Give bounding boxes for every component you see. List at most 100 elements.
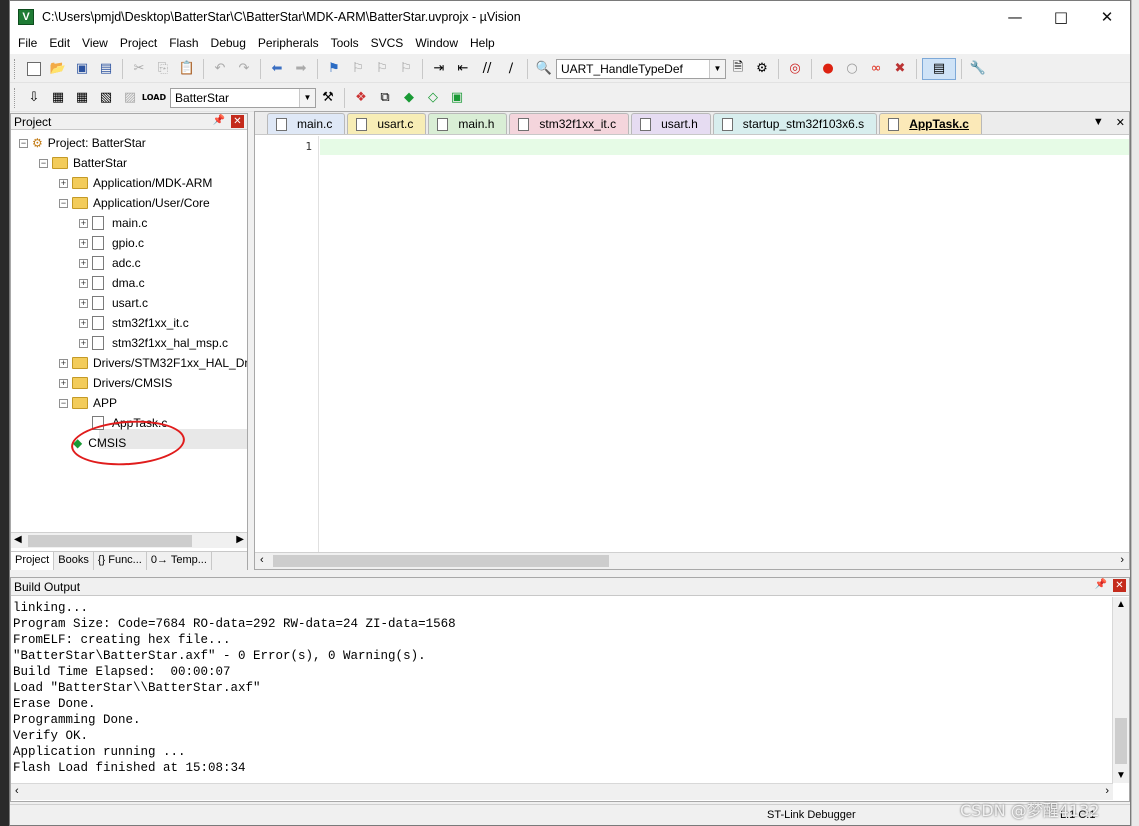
next-bookmark-icon[interactable]: ⚐ xyxy=(371,58,393,80)
new-file-icon[interactable] xyxy=(23,58,45,80)
window-layout-icon[interactable]: ▤ xyxy=(922,57,956,80)
bookmark-icon[interactable]: ⚑ xyxy=(323,58,345,80)
editor-horizontal-scrollbar[interactable]: ‹ › xyxy=(255,552,1129,569)
configure-wrench-icon[interactable]: 🔧 xyxy=(967,58,989,80)
incremental-find-icon[interactable]: ⚙ xyxy=(751,58,773,80)
disable-breakpoints-icon[interactable]: ∞ xyxy=(865,58,887,80)
tree-file-adc-c[interactable]: + adc.c xyxy=(79,253,141,273)
tree-group-app[interactable]: − APP xyxy=(59,393,117,413)
close-button[interactable]: ✕ xyxy=(1084,1,1130,32)
expand-icon[interactable]: + xyxy=(79,238,88,248)
copy-icon[interactable]: ⎘ xyxy=(152,58,174,80)
save-icon[interactable]: ▣ xyxy=(71,58,93,80)
menu-flash[interactable]: Flash xyxy=(163,36,204,50)
chevron-down-icon[interactable]: ▼ xyxy=(299,88,315,107)
prev-bookmark-icon[interactable]: ⚐ xyxy=(347,58,369,80)
maximize-button[interactable]: □ xyxy=(1038,1,1084,32)
tree-file-stm32f1xx-it-c[interactable]: + stm32f1xx_it.c xyxy=(79,313,189,333)
expand-icon[interactable]: + xyxy=(79,218,88,228)
tab-books[interactable]: Books xyxy=(54,552,94,570)
pin-icon[interactable]: 📌 xyxy=(1095,579,1107,590)
close-pane-button[interactable]: ✕ xyxy=(231,115,244,128)
expand-icon[interactable]: + xyxy=(79,278,88,288)
paste-icon[interactable]: 📋 xyxy=(176,58,198,80)
batch-build-icon[interactable]: ▧ xyxy=(95,87,117,109)
build-vertical-scrollbar[interactable]: ▲ ▼ xyxy=(1112,597,1129,783)
toolbar-grip[interactable] xyxy=(14,87,17,108)
tab-usart-h[interactable]: usart.h xyxy=(631,113,711,134)
target-select-combo[interactable]: BatterStar ▼ xyxy=(170,87,316,108)
symbol-search-combo[interactable]: UART_HandleTypeDef ▼ xyxy=(556,58,726,79)
menu-svcs[interactable]: SVCS xyxy=(365,36,410,50)
tree-file-usart-c[interactable]: + usart.c xyxy=(79,293,148,313)
tree-file-stm32f1xx-hal-msp-c[interactable]: + stm32f1xx_hal_msp.c xyxy=(79,333,228,353)
expand-icon[interactable]: + xyxy=(59,178,68,188)
pack-installer-icon[interactable]: ▣ xyxy=(446,87,468,109)
download-load-icon[interactable]: LOAD xyxy=(142,87,166,109)
open-folder-icon[interactable]: 📂 xyxy=(47,58,69,80)
manage-multi-project-icon[interactable]: ⧉ xyxy=(374,87,396,109)
save-all-icon[interactable]: ▤ xyxy=(95,58,117,80)
tab-stm32f1xx-it-c[interactable]: stm32f1xx_it.c xyxy=(509,113,630,134)
menu-file[interactable]: File xyxy=(12,36,43,50)
scroll-left-icon[interactable]: ◀ xyxy=(14,534,22,545)
tree-group-application-user-core[interactable]: − Application/User/Core xyxy=(59,193,210,213)
expand-icon[interactable]: + xyxy=(79,258,88,268)
project-horizontal-scrollbar[interactable]: ◀ ▶ xyxy=(11,532,247,548)
tab-list-chevron-icon[interactable]: ▼ xyxy=(1093,116,1104,129)
undo-icon[interactable]: ↶ xyxy=(209,58,231,80)
manage-project-items-icon[interactable]: ❖ xyxy=(350,87,372,109)
collapse-icon[interactable]: − xyxy=(39,158,48,168)
rebuild-icon[interactable]: ▦ xyxy=(71,87,93,109)
expand-icon[interactable]: + xyxy=(59,358,68,368)
target-options-icon[interactable]: ⚒ xyxy=(317,87,339,109)
scroll-right-icon[interactable]: › xyxy=(1120,554,1124,566)
nav-forward-icon[interactable]: ➡ xyxy=(290,58,312,80)
scroll-thumb[interactable] xyxy=(28,535,192,547)
scroll-left-icon[interactable]: ‹ xyxy=(15,785,19,797)
uncomment-icon[interactable]: ∕ xyxy=(500,58,522,80)
find-in-files-icon[interactable]: 🔍 xyxy=(533,58,555,80)
debug-session-icon[interactable]: ◎ xyxy=(784,58,806,80)
cut-icon[interactable]: ✂ xyxy=(128,58,150,80)
tree-root-project[interactable]: − ⚙ Project: BatterStar xyxy=(19,133,146,153)
code-area[interactable]: 1 xyxy=(255,136,1129,552)
close-tab-icon[interactable]: ✕ xyxy=(1116,116,1125,129)
collapse-icon[interactable]: − xyxy=(59,398,68,408)
expand-icon[interactable]: + xyxy=(79,338,88,348)
tab-templates[interactable]: 0→ Temp... xyxy=(147,552,212,570)
expand-icon[interactable]: + xyxy=(79,298,88,308)
tree-file-dma-c[interactable]: + dma.c xyxy=(79,273,145,293)
collapse-icon[interactable]: − xyxy=(59,198,68,208)
toolbar-grip[interactable] xyxy=(14,58,17,79)
tab-startup-s[interactable]: startup_stm32f103x6.s xyxy=(712,113,878,134)
translate-icon[interactable]: ⇩ xyxy=(23,87,45,109)
scroll-left-icon[interactable]: ‹ xyxy=(260,554,264,566)
expand-icon[interactable]: + xyxy=(59,378,68,388)
tree-file-main-c[interactable]: + main.c xyxy=(79,213,147,233)
tab-functions[interactable]: {} Func... xyxy=(94,552,147,570)
menu-view[interactable]: View xyxy=(76,36,114,50)
menu-help[interactable]: Help xyxy=(464,36,501,50)
tab-main-h[interactable]: main.h xyxy=(428,113,508,134)
tab-main-c[interactable]: main.c xyxy=(267,113,346,134)
menu-project[interactable]: Project xyxy=(114,36,163,50)
tab-apptask-c[interactable]: AppTask.c xyxy=(879,113,982,134)
find-icon[interactable]: 🗎 xyxy=(727,58,749,80)
build-icon[interactable]: ▦ xyxy=(47,87,69,109)
indent-icon[interactable]: ⇥ xyxy=(428,58,450,80)
scroll-thumb[interactable] xyxy=(1115,718,1127,764)
scroll-up-icon[interactable]: ▲ xyxy=(1116,599,1126,610)
menu-window[interactable]: Window xyxy=(409,36,464,50)
unindent-icon[interactable]: ⇤ xyxy=(452,58,474,80)
expand-icon[interactable]: + xyxy=(79,318,88,328)
manage-runtime-env-icon[interactable]: ◆ xyxy=(398,87,420,109)
tab-usart-c[interactable]: usart.c xyxy=(347,113,427,134)
tree-group-drivers-cmsis[interactable]: + Drivers/CMSIS xyxy=(59,373,172,393)
menu-tools[interactable]: Tools xyxy=(325,36,365,50)
tree-group-application-mdk-arm[interactable]: + Application/MDK-ARM xyxy=(59,173,212,193)
tree-file-gpio-c[interactable]: + gpio.c xyxy=(79,233,144,253)
tree-target[interactable]: − BatterStar xyxy=(39,153,127,173)
tree-group-drivers-hal[interactable]: + Drivers/STM32F1xx_HAL_Driver xyxy=(59,353,247,373)
close-pane-button[interactable]: ✕ xyxy=(1113,579,1126,592)
